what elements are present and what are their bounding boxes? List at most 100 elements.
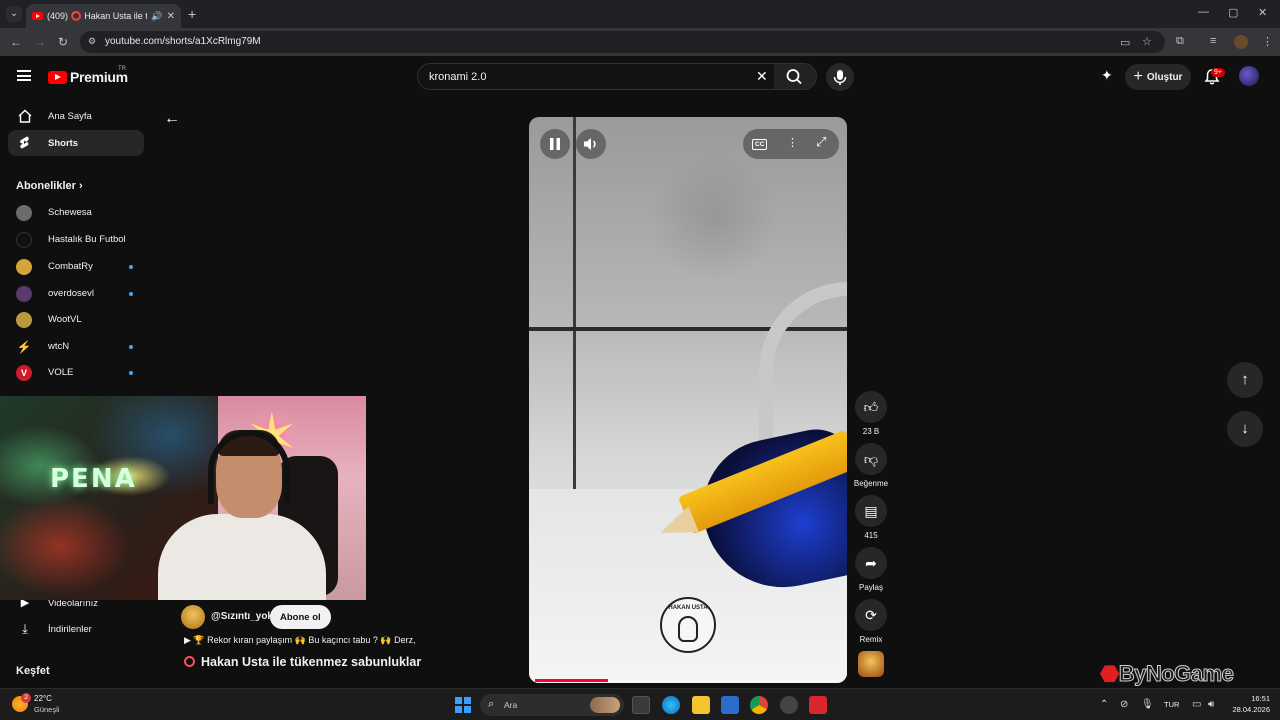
short-title[interactable]: Hakan Usta ile tükenmez sabunluklar [184, 655, 421, 669]
clock-time[interactable]: 16:51 [1232, 694, 1270, 703]
url-text[interactable]: youtube.com/shorts/a1XcRlmg79M [105, 36, 261, 47]
microphone-tray-icon[interactable]: 🎙︎ [1141, 699, 1154, 710]
dislike-icon[interactable]: 👎︎ [855, 443, 887, 475]
file-explorer-icon[interactable] [692, 696, 710, 714]
forward-icon[interactable]: → [34, 35, 46, 49]
channel-name: overdosevl [48, 288, 94, 299]
bookmark-star-icon[interactable]: ☆ [1142, 35, 1152, 48]
remix-icon[interactable]: ⟳ [855, 599, 887, 631]
minimize-button[interactable]: — [1198, 6, 1209, 18]
back-icon[interactable]: ← [10, 35, 22, 49]
sidebar-item-downloads[interactable]: ⤓ İndirilenler [8, 616, 144, 642]
more-options-icon[interactable]: ⋮ [787, 136, 798, 149]
weather-temperature[interactable]: 22°C [34, 694, 52, 703]
tab-search-chevron-icon[interactable]: ⌄ [6, 6, 22, 22]
video-top-controls: CC ⋮ ⤢ [743, 129, 839, 159]
search-input[interactable]: kronami 2.0 [429, 71, 486, 83]
search-box[interactable]: kronami 2.0 ✕ [417, 63, 817, 90]
short-description[interactable]: ▶ 🏆 Rekor kıran paylaşım 🙌 Bu kaçıncı ta… [184, 635, 416, 646]
sidebar-channel-item[interactable]: Hastalık Bu Futbol [16, 231, 146, 249]
back-arrow-icon[interactable]: ← [164, 110, 180, 128]
ai-sparkle-icon[interactable]: ✦ [1101, 67, 1113, 84]
account-avatar[interactable] [1239, 66, 1259, 86]
extensions-icon[interactable]: ⧉ [1176, 35, 1184, 48]
clear-search-icon[interactable]: ✕ [756, 68, 768, 85]
address-bar[interactable]: ⚙ youtube.com/shorts/a1XcRlmg79M ▭ ☆ [80, 31, 1165, 53]
channel-avatar[interactable] [181, 605, 205, 629]
reload-icon[interactable]: ↻ [58, 35, 68, 49]
gaming-app-icon[interactable] [780, 696, 798, 714]
sidebar-channel-item[interactable]: V VOLE [16, 364, 146, 382]
share-icon[interactable]: ➦ [855, 547, 887, 579]
taskbar-search[interactable]: ⌕ Ara [480, 694, 624, 716]
pause-button[interactable] [540, 129, 570, 159]
comments-action[interactable]: ▤ 415 [853, 495, 889, 540]
sidebar-item-home[interactable]: Ana Sayfa [8, 103, 144, 129]
sidebar-channel-item[interactable]: WootVL [16, 311, 146, 329]
youtube-logo[interactable]: Premium TR [48, 66, 128, 85]
like-icon[interactable]: 👍︎ [855, 391, 887, 423]
tray-overflow-icon[interactable]: ⌃ [1100, 699, 1108, 710]
channel-name: WootVL [48, 314, 82, 325]
sidebar-channel-item[interactable]: ⚡ wtcN [16, 338, 146, 356]
display-icon[interactable]: ▭ [1192, 699, 1201, 710]
sidebar-channel-item[interactable]: CombatRy [16, 258, 146, 276]
tab-close-icon[interactable]: ✕ [167, 11, 175, 22]
subscribe-button[interactable]: Abone ol [270, 605, 331, 629]
worker-face-icon [678, 616, 698, 642]
new-tab-button[interactable]: + [188, 6, 196, 22]
next-short-button[interactable]: ↓ [1227, 411, 1263, 447]
clock-date[interactable]: 28.04.2026 [1226, 705, 1270, 714]
sidebar-item-shorts[interactable]: Shorts [8, 130, 144, 156]
media-app-icon[interactable] [809, 696, 827, 714]
sidebar-channel-item[interactable]: overdosevl [16, 285, 146, 303]
create-button[interactable]: + Oluştur [1125, 64, 1191, 90]
dislike-action[interactable]: 👎︎ Beğenme [853, 443, 889, 488]
profile-avatar[interactable] [1234, 35, 1248, 49]
comment-count: 415 [864, 531, 878, 540]
close-window-button[interactable]: ✕ [1258, 6, 1267, 19]
network-off-icon[interactable]: ⊘ [1120, 699, 1128, 710]
explore-heading: Keşfet [16, 665, 50, 677]
browser-tab[interactable]: (409) ⭕ Hakan Usta ile tük 🔊 ✕ [26, 4, 181, 28]
task-view-icon[interactable] [632, 696, 650, 714]
hamburger-menu-icon[interactable] [17, 70, 31, 81]
weather-description[interactable]: Güneşli [34, 705, 59, 714]
voice-search-button[interactable] [826, 63, 854, 91]
chrome-browser-icon[interactable] [750, 696, 768, 714]
webcam-neon-logo: PENA [50, 464, 137, 494]
remix-action[interactable]: ⟳ Remix [853, 599, 889, 644]
sidebar-channel-item[interactable]: Schewesa [16, 204, 146, 222]
edge-browser-icon[interactable] [662, 696, 680, 714]
video-progress-bar[interactable] [535, 679, 841, 682]
channel-handle[interactable]: @Sızıntı_yok [211, 611, 273, 622]
search-highlight-art [590, 697, 620, 713]
search-button[interactable] [774, 64, 816, 89]
audio-source-thumbnail[interactable] [858, 651, 884, 677]
channel-avatar: V [16, 365, 32, 381]
previous-short-button[interactable]: ↑ [1227, 362, 1263, 398]
cast-icon[interactable]: ▭ [1120, 36, 1130, 49]
hakan-usta-logo: HAKAN USTA [660, 597, 716, 653]
comment-icon[interactable]: ▤ [855, 495, 887, 527]
shorts-video-player[interactable]: HAKAN USTA CC ⋮ ⤢ [529, 117, 847, 683]
media-controls-icon[interactable]: ≡ [1210, 35, 1216, 47]
subscriptions-heading[interactable]: Abonelikler › [16, 180, 83, 192]
speaker-icon[interactable]: 🔊︎ [1208, 699, 1214, 710]
microsoft-store-icon[interactable] [721, 696, 739, 714]
site-info-icon[interactable]: ⚙ [88, 36, 96, 47]
maximize-button[interactable]: ▢ [1228, 6, 1238, 19]
share-action[interactable]: ➦ Paylaş [853, 547, 889, 592]
like-action[interactable]: 👍︎ 23 B [853, 391, 889, 436]
fullscreen-icon[interactable]: ⤢ [816, 134, 826, 150]
closed-captions-icon[interactable]: CC [752, 139, 768, 150]
browser-menu-icon[interactable]: ⋮ [1262, 35, 1273, 48]
youtube-favicon-icon [32, 12, 43, 20]
tab-audio-icon[interactable]: 🔊 [151, 11, 162, 22]
sidebar-item-label: Shorts [48, 137, 79, 149]
windows-start-icon[interactable] [455, 697, 471, 713]
share-label: Paylaş [858, 583, 883, 592]
volume-button[interactable] [576, 129, 606, 159]
address-toolbar: ← → ↻ ⚙ youtube.com/shorts/a1XcRlmg79M ▭… [0, 28, 1280, 56]
keyboard-language[interactable]: TUR [1164, 700, 1179, 709]
